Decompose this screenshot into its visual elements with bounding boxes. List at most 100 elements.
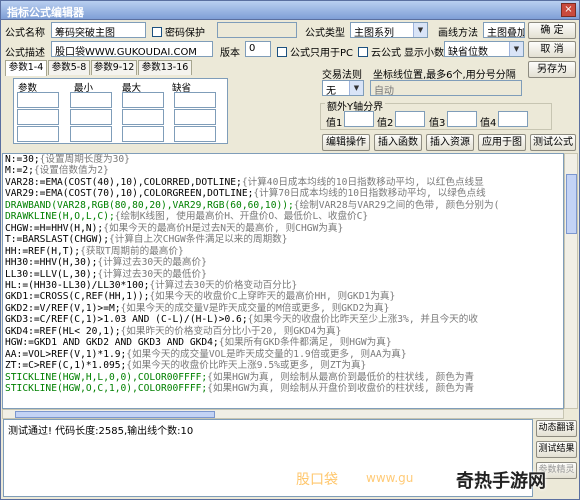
code-line[interactable]: VAR28:=EMA(COST(40),10),COLORRED,DOTLINE…: [3, 177, 563, 188]
dynamic-translate-button[interactable]: 动态翻译: [536, 420, 577, 437]
code-line[interactable]: M:=2;{设置倍数值为2}: [3, 165, 563, 176]
code-line[interactable]: N:=30;{设置周期长度为30}: [3, 154, 563, 165]
draw-method-value: 主图叠加: [487, 28, 525, 38]
code-comment: {计算过去30天的最高价}: [97, 257, 207, 269]
formula-desc-label: 公式描述: [5, 48, 45, 59]
tab-params-5-8[interactable]: 参数5-8: [48, 60, 90, 75]
test-result-button[interactable]: 测试结果: [536, 441, 577, 458]
code-line[interactable]: ZT:=C>REF(C,1)*1.095;{如果今天的收盘价比昨天上涨9.5%或…: [3, 360, 563, 371]
close-icon[interactable]: ×: [561, 3, 576, 17]
cloud-label: 云公式: [371, 48, 401, 59]
param-cell[interactable]: [70, 126, 112, 142]
scroll-thumb[interactable]: [566, 174, 577, 234]
param-cell[interactable]: [174, 92, 216, 108]
center-watermark: 股口袋: [296, 472, 338, 488]
edit-op-button[interactable]: 编辑操作: [322, 134, 370, 151]
param-cell[interactable]: [70, 109, 112, 125]
save-as-button[interactable]: 另存为: [528, 61, 576, 78]
ok-button[interactable]: 确 定: [528, 22, 576, 39]
param-cell[interactable]: [70, 92, 112, 108]
window-title: 指标公式编辑器: [7, 6, 84, 19]
show-decimals-label: 显示小数: [404, 48, 444, 59]
chevron-down-icon[interactable]: ▼: [509, 42, 523, 56]
tab-params-1-4[interactable]: 参数1-4: [5, 60, 47, 76]
pc-only-checkbox[interactable]: 公式只用于PC: [277, 44, 353, 59]
code-line[interactable]: AA:=VOL>REF(V,1)*1.9;{如果今天的成交量VOL是昨天成交量的…: [3, 349, 563, 360]
code-editor[interactable]: N:=30;{设置周期长度为30} M:=2;{设置倍数值为2} VAR28:=EM…: [2, 153, 564, 409]
value2-input[interactable]: [395, 111, 425, 127]
param-cell[interactable]: [122, 92, 164, 108]
value3-label: 值3: [429, 118, 446, 129]
param-cell[interactable]: [122, 126, 164, 142]
horizontal-scrollbar[interactable]: [2, 409, 564, 419]
code-line[interactable]: GKD3:=C/REF(C,1)>1.03 AND (C-L)/(H-L)>0.…: [3, 314, 563, 325]
code-statement: HH:=REF(H,T);: [5, 245, 81, 257]
formula-name-input[interactable]: 筹码突破主图: [51, 22, 146, 38]
code-statement: HL:=(HH30-LL30)/LL30*100;: [5, 279, 150, 291]
show-decimals-select[interactable]: 缺省位数 ▼: [444, 41, 524, 57]
param-cell[interactable]: [17, 109, 59, 125]
value1-label: 值1: [326, 118, 343, 129]
cancel-button[interactable]: 取 消: [528, 41, 576, 58]
value3-input[interactable]: [447, 111, 477, 127]
insert-resource-button[interactable]: 插入资源: [426, 134, 474, 151]
scroll-thumb[interactable]: [15, 411, 215, 418]
code-statement: GKD2:=V/REF(V,1)>=M;: [5, 302, 121, 314]
formula-desc-input[interactable]: 股口袋WWW.GUKOUDAI.COM: [51, 41, 213, 57]
formula-name-label: 公式名称: [5, 28, 45, 39]
code-line[interactable]: STICKLINE(HGW,H,L,0,0),COLOR00FFFF;{如果HG…: [3, 372, 563, 383]
value2-label: 值2: [377, 118, 394, 129]
tab-params-9-12[interactable]: 参数9-12: [91, 60, 137, 75]
code-statement: ZT:=C>REF(C,1)*1.095;: [5, 360, 127, 372]
code-statement: DRAWBAND(VAR28,RGB(80,80,20),VAR29,RGB(6…: [5, 199, 294, 211]
code-line[interactable]: VAR29:=EMA(COST(70),10),COLORGREEN,DOTLI…: [3, 188, 563, 199]
code-line[interactable]: T:=BARSLAST(CHGW);{计算自上次CHGW条件满足以来的周期数}: [3, 234, 563, 245]
code-comment: {获取T周期前的最高价}: [80, 245, 184, 257]
code-line[interactable]: GKD2:=V/REF(V,1)>=M;{如果今天的成交量V是昨天成交量的M倍或…: [3, 303, 563, 314]
cloud-checkbox[interactable]: 云公式: [358, 44, 401, 59]
code-line[interactable]: LL30:=LLV(L,30);{计算过去30天的最低价}: [3, 269, 563, 280]
version-input[interactable]: 0: [245, 41, 271, 57]
code-line[interactable]: HGW:=GKD1 AND GKD2 AND GKD3 AND GKD4;{如果…: [3, 337, 563, 348]
chevron-down-icon[interactable]: ▼: [349, 81, 363, 95]
password-input[interactable]: [217, 22, 297, 38]
title-bar[interactable]: 指标公式编辑器 ×: [1, 1, 579, 20]
code-line[interactable]: CHGW:=H=HHV(H,N);{如果今天的最高价H是过去N天的最高价, 则C…: [3, 223, 563, 234]
param-cell[interactable]: [174, 109, 216, 125]
code-line[interactable]: HL:=(HH30-LL30)/LL30*100;{计算过去30天的价格变动百分…: [3, 280, 563, 291]
code-comment: {计算过去30天的最低价}: [97, 268, 207, 280]
formula-editor-window: 指标公式编辑器 × 公式名称 筹码突破主图 密码保护 公式类型 主图系列 ▼ 画线…: [0, 0, 580, 500]
apply-chart-button[interactable]: 应用于图: [478, 134, 526, 151]
tab-params-13-16[interactable]: 参数13-16: [138, 60, 192, 75]
value1-input[interactable]: [344, 111, 374, 127]
vertical-scrollbar[interactable]: [564, 153, 578, 409]
code-line[interactable]: DRAWKLINE(H,O,L,C);{绘制K线图, 使用最高价H、开盘价O、最…: [3, 211, 563, 222]
code-line[interactable]: GKD1:=CROSS(C,REF(HH,1));{如果今天的收盘价C上穿昨天的…: [3, 291, 563, 302]
code-line[interactable]: HH30:=HHV(H,30);{计算过去30天的最高价}: [3, 257, 563, 268]
coord-input[interactable]: 自动: [370, 80, 522, 96]
value4-input[interactable]: [498, 111, 528, 127]
param-cell[interactable]: [17, 92, 59, 108]
chevron-down-icon[interactable]: ▼: [413, 23, 427, 37]
code-line[interactable]: HH:=REF(H,T);{获取T周期前的最高价}: [3, 246, 563, 257]
draw-method-select[interactable]: 主图叠加: [483, 22, 525, 38]
code-line[interactable]: STICKLINE(HGW,O,C,1,0),COLOR00FFFF;{如果HG…: [3, 383, 563, 394]
param-cell[interactable]: [174, 126, 216, 142]
code-statement: AA:=VOL>REF(V,1)*1.9;: [5, 348, 127, 360]
code-comment: {如果今天的最高价H是过去N天的最高价, 则CHGW为真}: [103, 222, 344, 234]
password-checkbox[interactable]: 密码保护: [152, 24, 205, 39]
test-formula-button[interactable]: 测试公式: [530, 134, 576, 151]
formula-type-value: 主图系列: [354, 28, 394, 38]
param-cell[interactable]: [122, 109, 164, 125]
formula-type-select[interactable]: 主图系列 ▼: [350, 22, 428, 38]
checkbox-box[interactable]: [358, 47, 368, 57]
param-cell[interactable]: [17, 126, 59, 142]
insert-func-button[interactable]: 插入函数: [374, 134, 422, 151]
checkbox-box[interactable]: [152, 27, 162, 37]
code-line[interactable]: GKD4:=REF(HL< 20,1);{如果昨天的价格变动百分比小于20, 则…: [3, 326, 563, 337]
code-comment: {计算70日成本均线的10日指数移动平均, 以绿色点线: [253, 188, 486, 200]
code-statement: GKD3:=C/REF(C,1)>1.03 AND (C-L)/(H-L)>0.…: [5, 314, 248, 326]
checkbox-box[interactable]: [277, 47, 287, 57]
trade-rule-select[interactable]: 无 ▼: [322, 80, 364, 96]
code-line[interactable]: DRAWBAND(VAR28,RGB(80,80,20),VAR29,RGB(6…: [3, 200, 563, 211]
